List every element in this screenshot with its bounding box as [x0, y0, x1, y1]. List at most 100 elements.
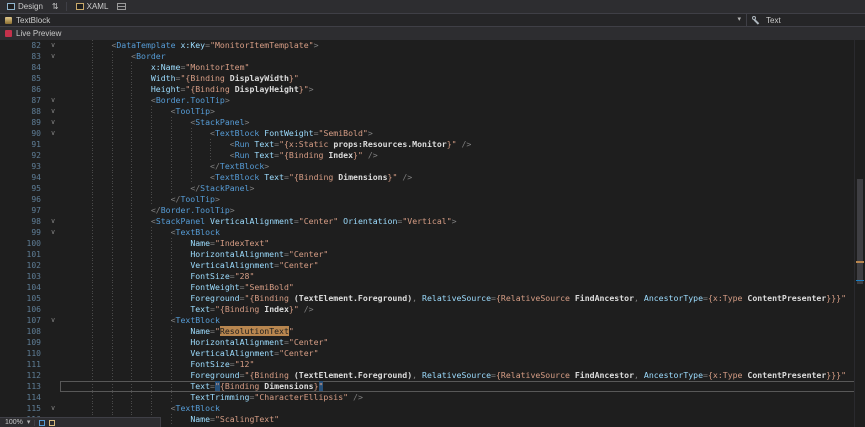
line-number[interactable]: 108 — [14, 326, 46, 337]
line-number[interactable]: 93 — [14, 161, 46, 172]
glyph-margin[interactable] — [0, 117, 14, 128]
glyph-margin[interactable] — [0, 106, 14, 117]
code-line[interactable]: 109 HorizontalAlignment="Center" — [0, 337, 865, 348]
glyph-margin[interactable] — [0, 337, 14, 348]
glyph-margin[interactable] — [0, 271, 14, 282]
line-number[interactable]: 98 — [14, 216, 46, 227]
glyph-margin[interactable] — [0, 128, 14, 139]
code-line[interactable]: 85 Width="{Binding DisplayWidth}" — [0, 73, 865, 84]
glyph-margin[interactable] — [0, 139, 14, 150]
glyph-margin[interactable] — [0, 227, 14, 238]
code-line[interactable]: 112 Foreground="{Binding (TextElement.Fo… — [0, 370, 865, 381]
code-line[interactable]: 102 VerticalAlignment="Center" — [0, 260, 865, 271]
glyph-margin[interactable] — [0, 194, 14, 205]
fold-marker[interactable]: ∨ — [46, 315, 60, 326]
code-line[interactable]: 88∨ <ToolTip> — [0, 106, 865, 117]
line-number[interactable]: 82 — [14, 40, 46, 51]
glyph-margin[interactable] — [0, 370, 14, 381]
code-line[interactable]: 95 </StackPanel> — [0, 183, 865, 194]
code-text[interactable]: <TextBlock FontWeight="SemiBold"> — [60, 128, 865, 139]
line-number[interactable]: 87 — [14, 95, 46, 106]
split-view-icon[interactable] — [117, 3, 126, 10]
code-text[interactable]: </Border.ToolTip> — [60, 205, 865, 216]
snap-toggle-icon[interactable] — [49, 420, 55, 426]
code-line[interactable]: 89∨ <StackPanel> — [0, 117, 865, 128]
code-text[interactable]: <Border.ToolTip> — [60, 95, 865, 106]
glyph-margin[interactable] — [0, 51, 14, 62]
fold-marker[interactable]: ∨ — [46, 227, 60, 238]
code-text[interactable]: Name="ResolutionText" — [60, 326, 865, 337]
zoom-level[interactable]: 100% — [5, 419, 23, 426]
line-number[interactable]: 102 — [14, 260, 46, 271]
fold-marker[interactable]: ∨ — [46, 128, 60, 139]
code-line[interactable]: 103 FontSize="28" — [0, 271, 865, 282]
code-text[interactable]: FontWeight="SemiBold" — [60, 282, 865, 293]
code-line[interactable]: 107∨ <TextBlock — [0, 315, 865, 326]
code-text[interactable]: Width="{Binding DisplayWidth}" — [60, 73, 865, 84]
code-text[interactable]: VerticalAlignment="Center" — [60, 348, 865, 359]
vertical-scrollbar[interactable] — [854, 40, 865, 427]
swap-panes-icon[interactable]: ⇅ — [52, 2, 59, 11]
line-number[interactable]: 112 — [14, 370, 46, 381]
line-number[interactable]: 85 — [14, 73, 46, 84]
line-number[interactable]: 92 — [14, 150, 46, 161]
line-number[interactable]: 95 — [14, 183, 46, 194]
line-number[interactable]: 114 — [14, 392, 46, 403]
code-text[interactable]: </TextBlock> — [60, 161, 865, 172]
line-number[interactable]: 113 — [14, 381, 46, 392]
code-line[interactable]: 100 Name="IndexText" — [0, 238, 865, 249]
fold-marker[interactable]: ∨ — [46, 106, 60, 117]
fold-marker[interactable]: ∨ — [46, 216, 60, 227]
code-line[interactable]: 94 <TextBlock Text="{Binding Dimensions}… — [0, 172, 865, 183]
chevron-down-icon[interactable]: ▾ — [27, 419, 31, 427]
line-number[interactable]: 86 — [14, 84, 46, 95]
glyph-margin[interactable] — [0, 326, 14, 337]
code-text[interactable]: Foreground="{Binding (TextElement.Foregr… — [60, 293, 865, 304]
glyph-margin[interactable] — [0, 282, 14, 293]
glyph-margin[interactable] — [0, 348, 14, 359]
code-line[interactable]: 114 TextTrimming="CharacterEllipsis" /> — [0, 392, 865, 403]
code-line[interactable]: 110 VerticalAlignment="Center" — [0, 348, 865, 359]
glyph-margin[interactable] — [0, 304, 14, 315]
code-text[interactable]: <TextBlock — [60, 227, 865, 238]
code-text[interactable]: <StackPanel> — [60, 117, 865, 128]
code-text[interactable]: Foreground="{Binding (TextElement.Foregr… — [60, 370, 865, 381]
code-text[interactable]: FontSize="28" — [60, 271, 865, 282]
line-number[interactable]: 94 — [14, 172, 46, 183]
line-number[interactable]: 88 — [14, 106, 46, 117]
code-line[interactable]: 99∨ <TextBlock — [0, 227, 865, 238]
glyph-margin[interactable] — [0, 249, 14, 260]
glyph-margin[interactable] — [0, 183, 14, 194]
line-number[interactable]: 106 — [14, 304, 46, 315]
line-number[interactable]: 115 — [14, 403, 46, 414]
scrollbar-thumb[interactable] — [857, 179, 863, 283]
code-text[interactable]: Text="{Binding Index}" /> — [60, 304, 865, 315]
code-text[interactable]: HorizontalAlignment="Center" — [60, 337, 865, 348]
line-number[interactable]: 110 — [14, 348, 46, 359]
glyph-margin[interactable] — [0, 205, 14, 216]
code-text[interactable]: x:Name="MonitorItem" — [60, 62, 865, 73]
chevron-down-icon[interactable]: ▾ — [737, 16, 741, 24]
code-line[interactable]: 92 <Run Text="{Binding Index}" /> — [0, 150, 865, 161]
glyph-margin[interactable] — [0, 359, 14, 370]
live-preview-label[interactable]: Live Preview — [16, 29, 61, 38]
line-number[interactable]: 104 — [14, 282, 46, 293]
line-number[interactable]: 97 — [14, 205, 46, 216]
code-text[interactable]: </StackPanel> — [60, 183, 865, 194]
line-number[interactable]: 109 — [14, 337, 46, 348]
code-text[interactable]: <Run Text="{x:Static props:Resources.Mon… — [60, 139, 865, 150]
glyph-margin[interactable] — [0, 216, 14, 227]
code-text[interactable]: <TextBlock Text="{Binding Dimensions}" /… — [60, 172, 865, 183]
fold-marker[interactable]: ∨ — [46, 403, 60, 414]
glyph-margin[interactable] — [0, 73, 14, 84]
line-number[interactable]: 90 — [14, 128, 46, 139]
glyph-margin[interactable] — [0, 172, 14, 183]
glyph-margin[interactable] — [0, 403, 14, 414]
code-text[interactable]: <TextBlock — [60, 403, 865, 414]
code-text[interactable]: <ToolTip> — [60, 106, 865, 117]
member-dropdown[interactable]: Text — [746, 14, 865, 26]
code-line[interactable]: 106 Text="{Binding Index}" /> — [0, 304, 865, 315]
fold-marker[interactable]: ∨ — [46, 40, 60, 51]
code-text[interactable]: <TextBlock — [60, 315, 865, 326]
glyph-margin[interactable] — [0, 84, 14, 95]
